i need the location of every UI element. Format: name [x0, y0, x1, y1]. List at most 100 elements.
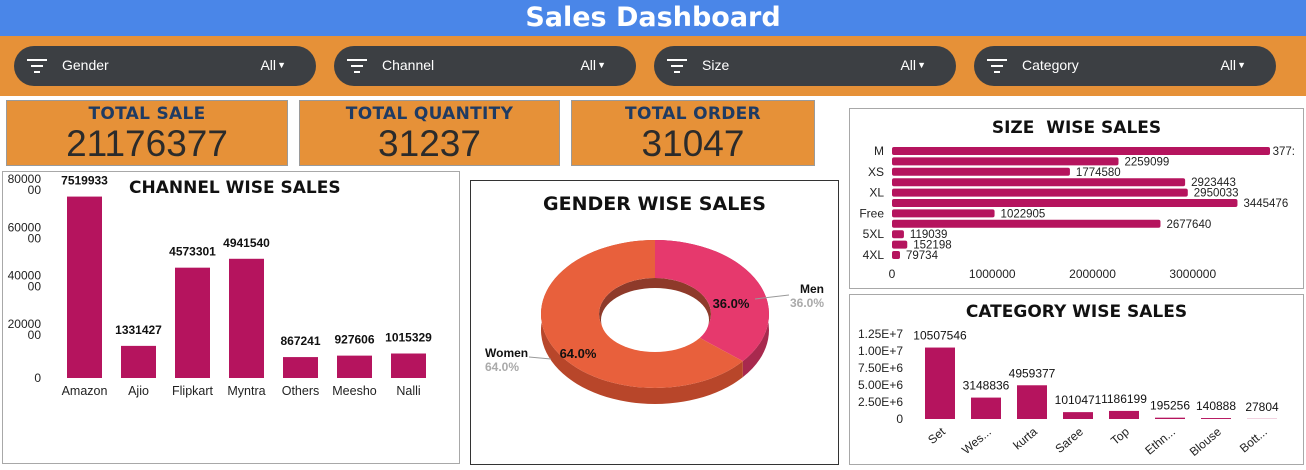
channel-chart: 020000004000000600000080000007519933Amaz…: [8, 172, 433, 398]
bar: [283, 357, 318, 378]
bar: [971, 397, 1001, 419]
x-tick-label: 2000000: [1069, 267, 1116, 281]
category-filter-label: Category: [1022, 57, 1079, 73]
size-chart: 377:M22590991774580XS29234432950033XL344…: [859, 144, 1295, 281]
legend-label: Women: [485, 346, 528, 360]
bar: [892, 230, 904, 239]
channel-filter[interactable]: Channel All ▼: [334, 46, 636, 86]
gender-chart: 36.0%64.0%Men36.0%Women64.0%: [485, 240, 824, 404]
y-tick-label: 0: [34, 371, 41, 385]
category-chart-panel: CATEGORY WISE SALES 0 2.50E+6 5.00E+6 7.50E…: [849, 294, 1304, 465]
bar: [67, 196, 102, 378]
x-tick-label: Saree: [1052, 424, 1086, 456]
y-tick-label: XS: [868, 165, 884, 179]
gender-chart-panel: GENDER WISE SALES 36.0% 64.0% Men 36.0% Wome…: [470, 180, 839, 465]
bar: [1017, 385, 1047, 419]
slice-value-label: 64.0%: [560, 346, 597, 361]
x-tick-label: 3000000: [1169, 267, 1216, 281]
x-tick-label: Others: [282, 384, 320, 398]
x-tick-label: Ethn...: [1142, 425, 1178, 458]
x-tick-label: Bott...: [1237, 425, 1270, 456]
y-tick-label: 7.50E+6: [858, 361, 903, 375]
y-tick-label: 5XL: [863, 227, 885, 241]
kpi-total-order: TOTAL ORDER 31047: [571, 100, 815, 166]
filter-icon: [27, 59, 47, 73]
x-tick-label: Flipkart: [172, 384, 214, 398]
y-tick-label: XL: [869, 186, 884, 200]
filter-icon: [987, 59, 1007, 73]
bar: [892, 209, 995, 218]
kpi-total-sale: TOTAL SALE 21176377: [6, 100, 288, 166]
kpi-total-quantity: TOTAL QUANTITY 31237: [299, 100, 560, 166]
data-label: 2950033: [1194, 188, 1239, 200]
bar: [1155, 417, 1185, 419]
y-tick-label: 1.00E+7: [858, 344, 903, 358]
kpi-value: 31047: [641, 123, 745, 164]
donut-hole: [601, 288, 709, 352]
kpi-label: TOTAL SALE: [88, 104, 206, 124]
page-title: Sales Dashboard: [0, 0, 1306, 36]
bar: [892, 157, 1119, 166]
y-tick-label: 1.25E+7: [858, 327, 903, 341]
size-filter-value: All: [900, 57, 916, 73]
bar: [1063, 412, 1093, 419]
legend-label: Men: [800, 282, 824, 296]
x-tick-label: kurta: [1010, 424, 1040, 452]
legend-value: 36.0%: [790, 296, 824, 310]
size-filter[interactable]: Size All ▼: [654, 46, 956, 86]
data-label: 2677640: [1166, 219, 1211, 231]
category-chart: 0 2.50E+6 5.00E+6 7.50E+6 1.00E+7 1.25E+7 1050…: [858, 327, 1279, 459]
bar: [892, 178, 1186, 187]
x-tick-label: Meesho: [332, 384, 377, 398]
x-tick-label: Set: [925, 424, 948, 447]
y-tick-label: 00: [28, 328, 42, 342]
bar: [391, 353, 426, 378]
channel-filter-value: All: [580, 57, 596, 73]
y-tick-label: 00: [28, 183, 42, 197]
data-label: 10507546: [913, 329, 967, 343]
bar: [925, 347, 955, 419]
bar: [892, 147, 1270, 155]
kpi-label: TOTAL QUANTITY: [345, 104, 514, 124]
y-tick-label: 0: [896, 412, 903, 426]
bar: [1109, 410, 1139, 419]
chevron-down-icon[interactable]: ▼: [597, 60, 606, 70]
data-label: 1022905: [1001, 208, 1046, 220]
chevron-down-icon[interactable]: ▼: [277, 60, 286, 70]
chevron-down-icon[interactable]: ▼: [917, 60, 926, 70]
x-tick-label: Wes...: [959, 425, 994, 457]
filter-bar: Gender All ▼ Channel All ▼ Size All ▼ Ca…: [0, 36, 1306, 96]
data-label: 3148836: [963, 379, 1010, 393]
x-tick-label: Top: [1108, 424, 1132, 447]
chevron-down-icon[interactable]: ▼: [1237, 60, 1246, 70]
leader-line: [528, 356, 552, 360]
data-label: 7519933: [61, 174, 108, 188]
gender-filter-label: Gender: [62, 57, 109, 73]
bar: [121, 345, 156, 378]
bar: [1201, 418, 1231, 419]
gender-filter-value: All: [260, 57, 276, 73]
data-label: 27804: [1245, 400, 1279, 414]
size-filter-label: Size: [702, 57, 730, 73]
slice-value-label: 36.0%: [713, 296, 750, 311]
x-tick-label: Amazon: [62, 384, 108, 398]
category-filter[interactable]: Category All ▼: [974, 46, 1276, 86]
data-label: 79734: [906, 250, 939, 262]
bar: [337, 355, 372, 378]
data-label: 3445476: [1243, 198, 1288, 210]
data-label: 4959377: [1009, 366, 1056, 380]
bar: [892, 199, 1238, 207]
data-label: 1331427: [115, 323, 162, 337]
kpi-label: TOTAL ORDER: [625, 104, 761, 124]
data-label: 140888: [1196, 399, 1236, 413]
y-tick-label: 00: [28, 280, 42, 294]
data-label: 2259099: [1125, 156, 1170, 168]
y-tick-label: 2.50E+6: [858, 395, 903, 409]
x-tick-label: 0: [889, 267, 896, 281]
data-label: 927606: [334, 333, 374, 347]
data-label: 867241: [280, 334, 320, 348]
bar: [892, 188, 1188, 197]
gender-filter[interactable]: Gender All ▼: [14, 46, 316, 86]
x-tick-label: Myntra: [227, 384, 265, 398]
y-tick-label: 00: [28, 231, 42, 245]
